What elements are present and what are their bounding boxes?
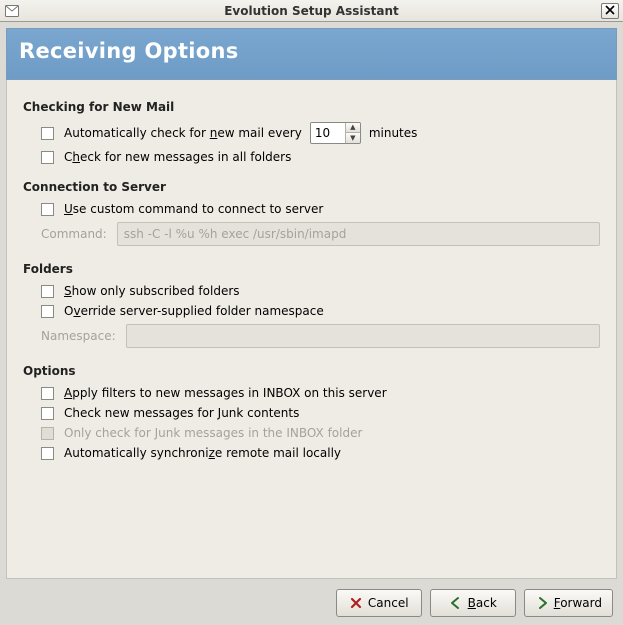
- forward-label: Forward: [554, 596, 602, 610]
- row-filters: Apply filters to new messages in INBOX o…: [41, 386, 600, 400]
- checkbox-use-custom[interactable]: [41, 203, 54, 216]
- label-namespace: Namespace:: [41, 329, 116, 343]
- text: e remote mail locally: [215, 446, 341, 460]
- section-connection: Use custom command to connect to server …: [23, 202, 600, 246]
- checkbox-auto-check[interactable]: [41, 127, 54, 140]
- row-sync: Automatically synchronize remote mail lo…: [41, 446, 600, 460]
- label-override: Override server-supplied folder namespac…: [64, 304, 324, 318]
- text: Automatically check for: [64, 126, 210, 140]
- row-command: Command:: [41, 222, 600, 246]
- label-minutes: minutes: [369, 126, 418, 140]
- spin-buttons: ▲ ▼: [345, 123, 360, 143]
- text: pply filters to new messages in INBOX on…: [72, 386, 386, 400]
- row-junk-inbox: Only check for Junk messages in the INBO…: [41, 426, 600, 440]
- label-junk: Check new messages for Junk contents: [64, 406, 299, 420]
- label-command: Command:: [41, 227, 107, 241]
- text: se custom command to connect to server: [73, 202, 324, 216]
- mnemonic: U: [64, 202, 73, 216]
- label-junk-inbox: Only check for Junk messages in the INBO…: [64, 426, 362, 440]
- label-subscribed: Show only subscribed folders: [64, 284, 240, 298]
- spin-down[interactable]: ▼: [346, 133, 360, 143]
- checkbox-junk-inbox: [41, 427, 54, 440]
- mnemonic: h: [72, 150, 80, 164]
- label-filters: Apply filters to new messages in INBOX o…: [64, 386, 387, 400]
- row-use-custom: Use custom command to connect to server: [41, 202, 600, 216]
- label-auto-check: Automatically check for new mail every: [64, 126, 302, 140]
- mnemonic: v: [73, 304, 80, 318]
- row-namespace: Namespace:: [41, 324, 600, 348]
- row-junk: Check new messages for Junk contents: [41, 406, 600, 420]
- section-title-connection: Connection to Server: [23, 180, 600, 194]
- window-body: Receiving Options Checking for New Mail …: [0, 22, 623, 625]
- cancel-label: Cancel: [368, 596, 409, 610]
- row-subscribed: Show only subscribed folders: [41, 284, 600, 298]
- section-options: Apply filters to new messages in INBOX o…: [23, 386, 600, 460]
- section-title-options: Options: [23, 364, 600, 378]
- mnemonic: B: [468, 596, 476, 610]
- back-label: Back: [468, 596, 497, 610]
- close-icon: [605, 4, 615, 18]
- text: erride server-supplied folder namespace: [81, 304, 324, 318]
- back-button[interactable]: Back: [430, 589, 516, 617]
- forward-icon: [535, 596, 549, 610]
- cancel-button[interactable]: Cancel: [336, 589, 422, 617]
- button-bar: Cancel Back Forward: [6, 579, 617, 617]
- text: Automatically synchroni: [64, 446, 209, 460]
- checkbox-filters[interactable]: [41, 387, 54, 400]
- mnemonic: A: [64, 386, 72, 400]
- section-folders: Show only subscribed folders Override se…: [23, 284, 600, 348]
- checkbox-junk[interactable]: [41, 407, 54, 420]
- close-button[interactable]: [601, 3, 619, 19]
- checkbox-subscribed[interactable]: [41, 285, 54, 298]
- interval-input[interactable]: [311, 123, 345, 143]
- section-title-folders: Folders: [23, 262, 600, 276]
- spin-up[interactable]: ▲: [346, 123, 360, 133]
- text: orward: [560, 596, 602, 610]
- row-auto-check: Automatically check for new mail every ▲…: [41, 122, 600, 144]
- page-banner: Receiving Options: [6, 28, 617, 80]
- namespace-input: [126, 324, 600, 348]
- checkbox-override[interactable]: [41, 305, 54, 318]
- section-checking: Automatically check for new mail every ▲…: [23, 122, 600, 164]
- titlebar: Evolution Setup Assistant: [0, 0, 623, 22]
- label-use-custom: Use custom command to connect to server: [64, 202, 323, 216]
- checkbox-all-folders[interactable]: [41, 151, 54, 164]
- text: ew mail every: [217, 126, 301, 140]
- label-sync: Automatically synchronize remote mail lo…: [64, 446, 341, 460]
- text: how only subscribed folders: [72, 284, 240, 298]
- text: eck for new messages in all folders: [80, 150, 291, 164]
- cancel-icon: [349, 596, 363, 610]
- page-heading: Receiving Options: [19, 39, 239, 63]
- row-all-folders: Check for new messages in all folders: [41, 150, 600, 164]
- text: ack: [476, 596, 497, 610]
- label-all-folders: Check for new messages in all folders: [64, 150, 291, 164]
- section-title-checking: Checking for New Mail: [23, 100, 600, 114]
- row-override: Override server-supplied folder namespac…: [41, 304, 600, 318]
- content-area: Checking for New Mail Automatically chec…: [6, 80, 617, 579]
- mnemonic: S: [64, 284, 72, 298]
- command-input: [117, 222, 600, 246]
- interval-spinbox[interactable]: ▲ ▼: [310, 122, 361, 144]
- back-icon: [449, 596, 463, 610]
- window-title: Evolution Setup Assistant: [0, 4, 623, 18]
- forward-button[interactable]: Forward: [524, 589, 613, 617]
- checkbox-sync[interactable]: [41, 447, 54, 460]
